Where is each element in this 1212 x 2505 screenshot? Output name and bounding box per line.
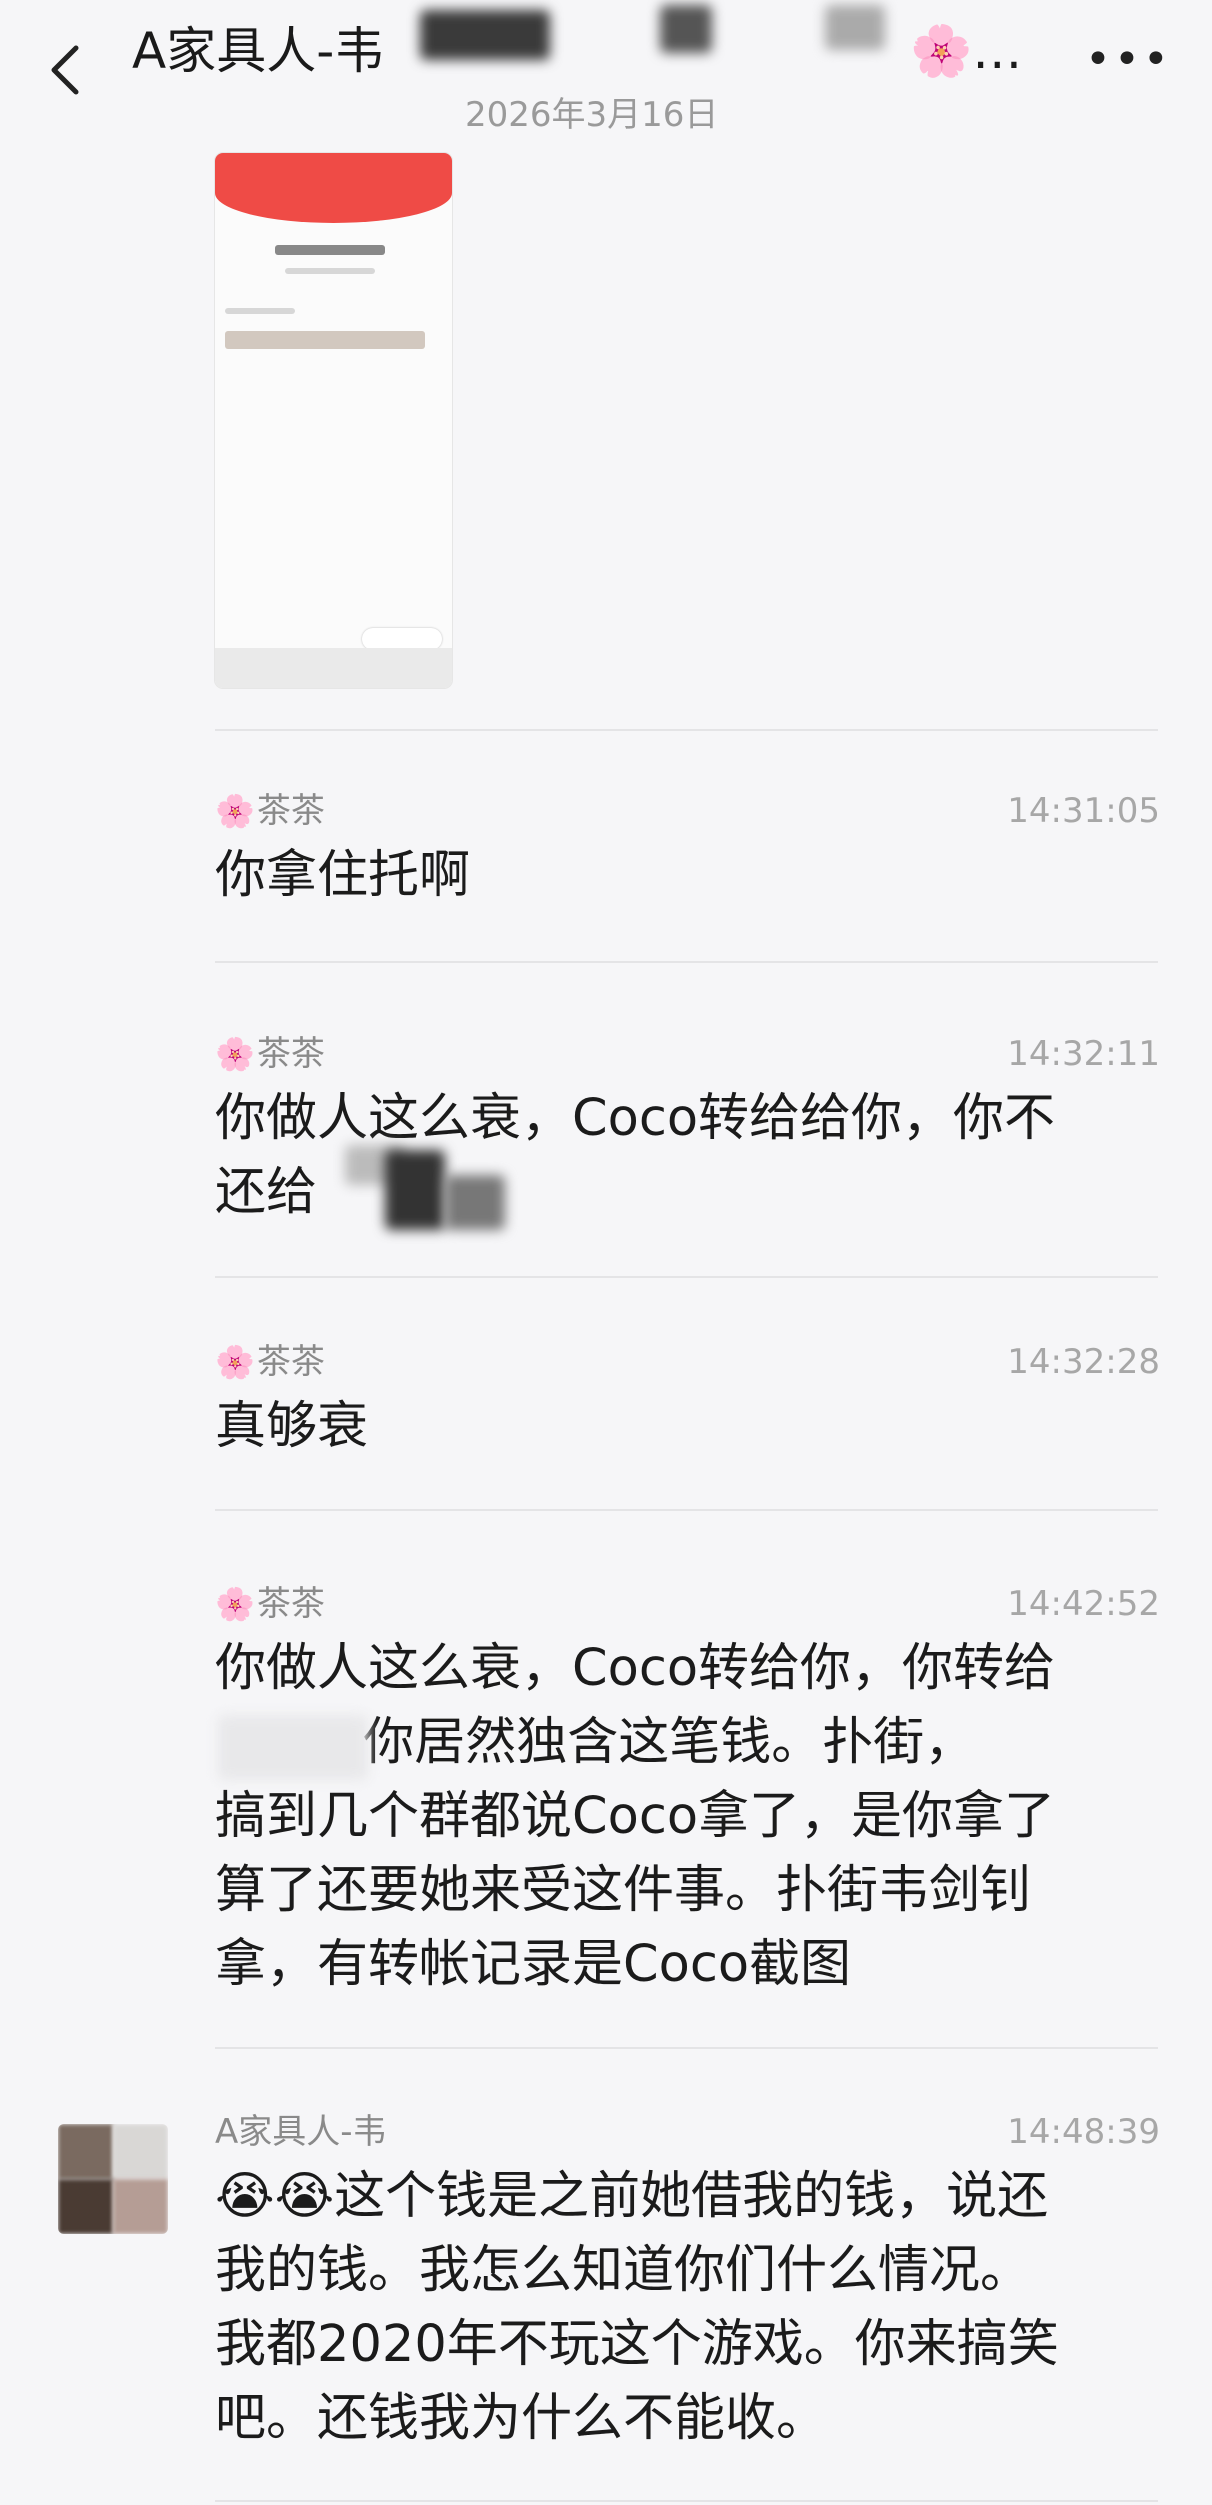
- chat-title-suffix: 🌸…: [910, 22, 1023, 80]
- sender-name: 🌸茶茶: [215, 1338, 325, 1386]
- sender-name: 🌸茶茶: [215, 1580, 325, 1628]
- flower-icon: 🌸: [215, 792, 255, 830]
- chat-title: A家具人-韦: [132, 22, 385, 80]
- avatar[interactable]: [58, 2124, 168, 2234]
- sender-name: 🌸茶茶: [215, 787, 325, 835]
- redacted-block: [385, 1150, 445, 1230]
- message-text: 真够衰: [215, 1397, 369, 1456]
- flower-icon: 🌸: [215, 1343, 255, 1381]
- redacted-block: [445, 1175, 505, 1230]
- sender-label: 茶茶: [256, 1342, 325, 1382]
- flower-icon: 🌸: [215, 1585, 255, 1623]
- thumb-line: [285, 268, 375, 274]
- date-separator: 2026年3月16日: [465, 95, 719, 135]
- message-time: 14:31:05: [1007, 791, 1160, 831]
- redacted-block: [218, 1715, 368, 1780]
- sender-label: 茶茶: [256, 791, 325, 831]
- sender-name: 🌸茶茶: [215, 1030, 325, 1078]
- message-time: 14:32:28: [1007, 1342, 1160, 1382]
- thumb-line: [225, 308, 295, 314]
- message-item[interactable]: A家具人-韦 14:48:39 😭😭这个钱是之前她借我的钱，说还 我的钱。我怎么…: [215, 2108, 1160, 2456]
- message-item[interactable]: 🌸茶茶 14:42:52 你做人这么衰，Coco转给你，你转给 。你居然独含这笔…: [215, 1580, 1160, 2002]
- redacted-block: [825, 5, 885, 50]
- message-time: 14:32:11: [1007, 1034, 1160, 1074]
- screenshot-image[interactable]: [215, 153, 452, 688]
- thumb-line: [225, 331, 425, 349]
- message-time: 14:48:39: [1007, 2112, 1160, 2152]
- more-options-icon[interactable]: •••: [1085, 38, 1169, 82]
- message-item[interactable]: 🌸茶茶 14:31:05 你拿住托啊: [215, 787, 1160, 913]
- sender-name: A家具人-韦: [215, 2108, 387, 2156]
- sender-label: 茶茶: [256, 1034, 325, 1074]
- thumb-footer: [215, 648, 452, 688]
- divider: [215, 729, 1158, 731]
- redacted-block: [420, 10, 550, 60]
- divider: [215, 961, 1158, 963]
- back-arrow-icon[interactable]: [42, 40, 92, 100]
- thumb-button: [362, 628, 442, 650]
- flower-icon: 🌸: [215, 1035, 255, 1073]
- message-text: 你做人这么衰，Coco转给你，你转给 。你居然独含这笔钱。扑街， 搞到几个群都说…: [215, 1639, 1056, 1994]
- message-time: 14:42:52: [1007, 1584, 1160, 1624]
- divider: [215, 2047, 1158, 2049]
- message-item[interactable]: 🌸茶茶 14:32:11 你做人这么衰，Coco转给给你，你不 还给: [215, 1030, 1160, 1230]
- redacted-block: [660, 5, 712, 53]
- divider: [215, 1276, 1158, 1278]
- divider: [215, 2500, 1158, 2502]
- message-item[interactable]: 🌸茶茶 14:32:28 真够衰: [215, 1338, 1160, 1464]
- divider: [215, 1509, 1158, 1511]
- message-text: 你拿住托啊: [215, 846, 471, 905]
- thumb-line: [275, 245, 385, 255]
- sender-label: 茶茶: [256, 1584, 325, 1624]
- sender-label: A家具人-韦: [215, 2112, 387, 2152]
- message-text: 😭😭这个钱是之前她借我的钱，说还 我的钱。我怎么知道你们什么情况。 我都2020…: [215, 2167, 1059, 2448]
- thumb-header: [215, 153, 452, 223]
